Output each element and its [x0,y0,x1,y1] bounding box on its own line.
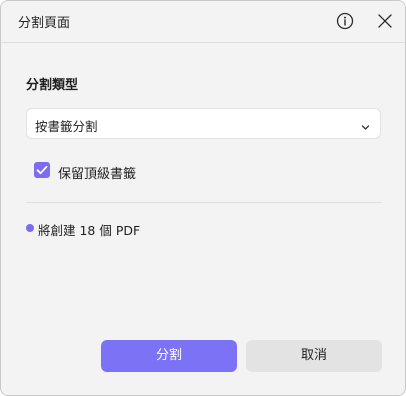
split-pages-dialog: 分割頁面 分割類型 按書籤分割 保留頂級書籤 將創建 18 個 PDF 分割 取… [0,0,406,396]
keep-top-bookmarks-checkbox[interactable] [34,162,50,178]
keep-top-bookmarks-label: 保留頂級書籤 [58,167,137,182]
chevron-down-icon [360,118,371,130]
cancel-button[interactable]: 取消 [246,340,382,372]
split-button[interactable]: 分割 [101,340,237,372]
split-type-dropdown[interactable]: 按書籤分割 [26,108,381,139]
dot-icon [26,224,34,232]
divider [26,202,382,203]
split-type-selected-value: 按書籤分割 [35,119,98,134]
info-icon[interactable] [335,11,355,31]
dialog-title: 分割頁面 [18,16,71,31]
split-summary-text: 將創建 18 個 PDF [38,223,141,238]
close-icon[interactable] [375,11,395,31]
check-icon [36,165,48,175]
dialog-titlebar: 分割頁面 [1,1,405,43]
split-type-label: 分割類型 [26,78,79,93]
